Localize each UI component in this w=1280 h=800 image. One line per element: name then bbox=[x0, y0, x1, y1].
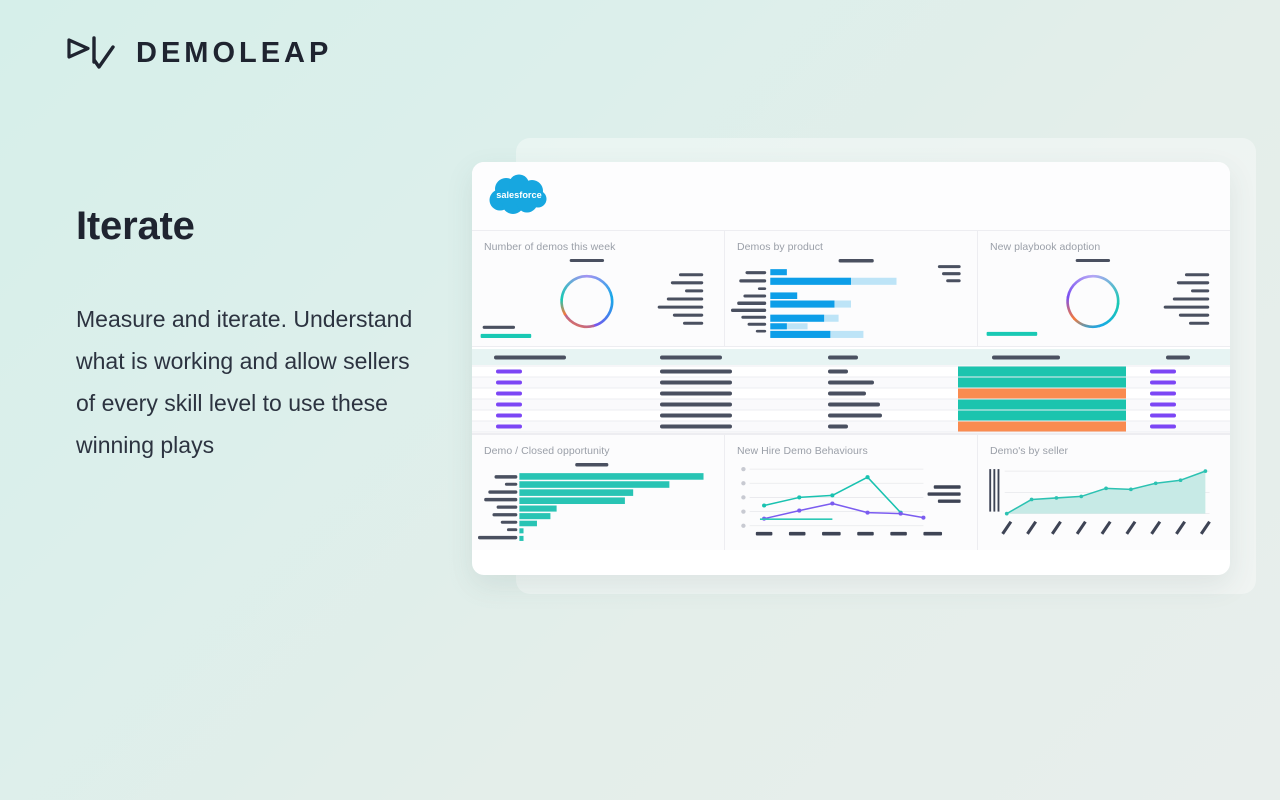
brand-logo: DEMOLEAP bbox=[66, 34, 332, 72]
area-chart-demos-by-seller bbox=[984, 461, 1224, 546]
demoleap-mark-icon bbox=[67, 36, 115, 69]
card-title: Number of demos this week bbox=[484, 241, 616, 253]
svg-text:salesforce: salesforce bbox=[496, 190, 541, 200]
dashboard-row-top: Number of demos this week Demos by produ… bbox=[472, 230, 1230, 346]
card-demos-by-product[interactable]: Demos by product bbox=[725, 231, 978, 346]
data-table[interactable] bbox=[472, 346, 1230, 434]
card-title: New playbook adoption bbox=[990, 241, 1101, 253]
card-new-hire-demo-behaviours[interactable]: New Hire Demo Behaviours bbox=[725, 435, 978, 550]
table-row bbox=[472, 388, 1230, 399]
donut-chart-demos-week bbox=[478, 257, 718, 342]
table-row bbox=[472, 377, 1230, 388]
bar-chart-demo-closed-opportunity bbox=[478, 461, 718, 546]
table-row bbox=[472, 410, 1230, 421]
dashboard-panel: salesforce Number of demos this week Dem… bbox=[472, 162, 1230, 575]
card-demo-closed-opportunity[interactable]: Demo / Closed opportunity bbox=[472, 435, 725, 550]
table-row bbox=[472, 421, 1230, 432]
card-title: Demos by product bbox=[737, 241, 824, 253]
card-number-of-demos-this-week[interactable]: Number of demos this week bbox=[472, 231, 725, 346]
table-row bbox=[472, 366, 1230, 377]
dashboard-row-bottom: Demo / Closed opportunity New Hire Demo … bbox=[472, 434, 1230, 550]
hero-body-text: Measure and iterate. Understand what is … bbox=[76, 306, 413, 458]
card-title: Demo's by seller bbox=[990, 445, 1069, 457]
donut-chart-playbook-adoption bbox=[984, 257, 1224, 342]
bar-chart-demos-by-product bbox=[731, 257, 971, 342]
card-title: Demo / Closed opportunity bbox=[484, 445, 610, 457]
card-title: New Hire Demo Behaviours bbox=[737, 445, 868, 457]
brand-name: DEMOLEAP bbox=[136, 36, 333, 69]
card-demos-by-seller[interactable]: Demo's by seller bbox=[978, 435, 1230, 550]
page-title: Iterate bbox=[76, 204, 195, 248]
table-row bbox=[472, 399, 1230, 410]
salesforce-cloud-icon: salesforce bbox=[489, 174, 547, 214]
card-new-playbook-adoption[interactable]: New playbook adoption bbox=[978, 231, 1230, 346]
dashboard-header: salesforce bbox=[472, 162, 1230, 230]
line-chart-new-hire-behaviours bbox=[731, 461, 971, 546]
